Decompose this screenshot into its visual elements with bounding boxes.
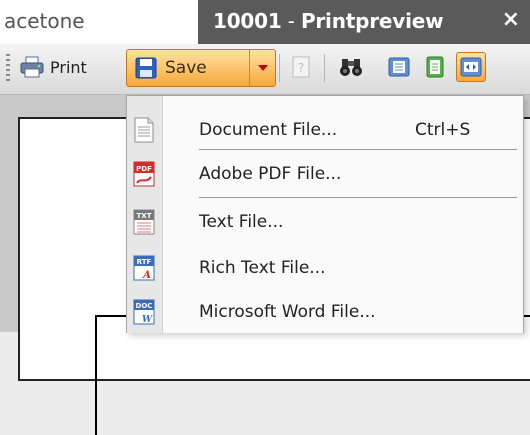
toolbar-separator [279, 54, 280, 82]
doc-icon-mark: W [142, 315, 153, 325]
toolbar-separator [324, 54, 325, 82]
document-name: Printpreview [300, 9, 444, 33]
title-bar: acetone 10001 - Printpreview × [0, 0, 530, 44]
print-button[interactable]: Print [20, 52, 87, 82]
doc-icon-text: DOC [136, 302, 153, 310]
save-button[interactable]: Save [127, 50, 249, 86]
save-dropdown-arrow[interactable] [250, 50, 275, 86]
doc-file-icon: DOC W [133, 299, 155, 325]
single-page-icon [426, 56, 444, 78]
menu-item-label: Microsoft Word File... [199, 302, 376, 322]
menu-item-shortcut: Ctrl+S [415, 120, 471, 140]
page-width-button[interactable] [456, 52, 486, 82]
menu-item-label: Text File... [199, 212, 284, 232]
rtf-icon-text: RTF [137, 258, 152, 266]
txt-file-icon: TXT [133, 209, 155, 235]
document-title-separator: - [281, 9, 301, 33]
document-file-icon [134, 117, 154, 143]
page-width-icon [460, 57, 482, 77]
binoculars-icon [340, 59, 362, 76]
save-split-button[interactable]: Save [126, 49, 276, 87]
menu-item-rich-text-file[interactable]: RTF A Rich Text File... [127, 246, 523, 290]
document-tab[interactable]: 10001 - Printpreview × [198, 0, 530, 44]
save-dropdown-menu: Document File... Ctrl+S PDF Adobe PDF Fi… [126, 95, 524, 333]
rtf-file-icon: RTF A [133, 255, 155, 281]
txt-icon-text: TXT [137, 212, 152, 220]
menu-item-label: Rich Text File... [199, 258, 326, 278]
find-button[interactable] [336, 52, 366, 82]
page-table-border [95, 315, 97, 435]
pdf-icon-text: PDF [136, 165, 152, 173]
svg-text:?: ? [298, 61, 304, 75]
chevron-down-icon [257, 65, 268, 71]
save-button-label: Save [165, 58, 207, 78]
menu-item-adobe-pdf-file[interactable]: PDF Adobe PDF File... [127, 152, 523, 196]
document-tab-title: 10001 - Printpreview [213, 9, 444, 33]
toolbar: Print Save ? [0, 44, 530, 95]
menu-item-document-file[interactable]: Document File... Ctrl+S [127, 108, 523, 152]
help-button[interactable]: ? [286, 52, 316, 82]
menu-item-label: Document File... [199, 120, 338, 140]
help-icon: ? [292, 56, 310, 78]
close-tab-button[interactable]: × [502, 7, 520, 32]
menu-separator [199, 149, 517, 150]
pdf-file-icon: PDF [133, 161, 155, 187]
menu-item-label: Adobe PDF File... [199, 164, 342, 184]
menu-item-microsoft-word-file[interactable]: DOC W Microsoft Word File... [127, 290, 523, 334]
floppy-disk-icon [135, 57, 157, 79]
toolbar-grip[interactable] [6, 54, 10, 82]
printer-icon [20, 56, 44, 78]
rtf-icon-mark: A [142, 270, 151, 281]
page-view-button[interactable] [384, 52, 414, 82]
window-title: acetone [4, 9, 85, 33]
single-page-button[interactable] [420, 52, 450, 82]
page-view-icon [388, 57, 410, 77]
print-button-label: Print [50, 57, 87, 77]
menu-separator [199, 197, 517, 198]
document-number: 10001 [213, 9, 282, 33]
menu-item-text-file[interactable]: TXT Text File... [127, 200, 523, 244]
